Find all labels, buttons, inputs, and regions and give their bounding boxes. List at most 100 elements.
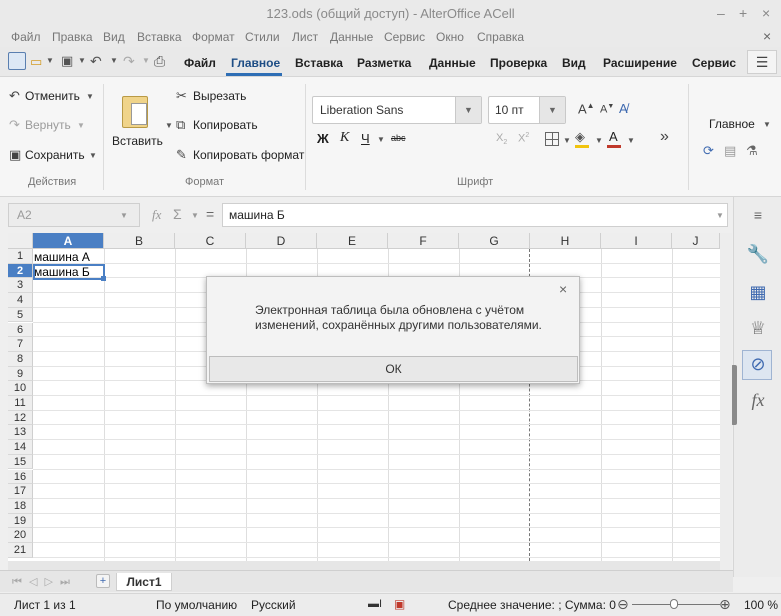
menu-file[interactable]: Файл (11, 30, 41, 44)
row-header[interactable]: 1 (8, 249, 33, 264)
chevron-down-icon[interactable]: ▼ (86, 92, 94, 101)
menu-styles[interactable]: Стили (245, 30, 280, 44)
column-header[interactable]: A (33, 233, 104, 249)
undo-icon[interactable]: ↶ (90, 53, 102, 70)
chevron-down-icon[interactable]: ▼ (539, 97, 565, 123)
chevron-down-icon[interactable]: ▼ (89, 151, 97, 160)
clear-formatting-icon[interactable]: A̸ (619, 101, 628, 116)
zoom-slider-thumb[interactable] (670, 599, 678, 609)
document-modified-icon[interactable]: ▣ (394, 597, 405, 611)
select-all-corner[interactable] (8, 233, 33, 249)
menu-sheet[interactable]: Лист (292, 30, 318, 44)
add-sheet-button[interactable]: + (96, 574, 110, 588)
copy-button[interactable]: Копировать (193, 118, 258, 132)
menu-insert[interactable]: Вставка (137, 30, 182, 44)
menu-icon[interactable]: ☰ (747, 50, 777, 74)
formula-equals-icon[interactable]: = (206, 206, 214, 222)
row-header[interactable]: 20 (8, 528, 33, 543)
tab-data[interactable]: Данные (429, 56, 476, 70)
menu-format[interactable]: Формат (192, 30, 235, 44)
row-header[interactable]: 13 (8, 425, 33, 441)
fill-handle[interactable] (101, 276, 106, 281)
save-button[interactable]: Сохранить (25, 148, 85, 162)
chevron-down-icon[interactable]: ▼ (191, 211, 199, 220)
chevron-down-icon[interactable]: ▼ (455, 97, 481, 123)
chevron-down-icon[interactable]: ▼ (763, 120, 771, 129)
open-folder-icon[interactable]: ▭ (30, 54, 42, 70)
sum-icon[interactable]: Σ (173, 206, 182, 222)
menu-view[interactable]: Вид (103, 30, 125, 44)
update-style-icon[interactable]: ⟳ (703, 143, 714, 159)
functions-icon[interactable]: fx (746, 390, 770, 411)
font-color-icon[interactable]: A (609, 129, 618, 144)
chevron-down-icon[interactable]: ▼ (377, 135, 385, 144)
zoom-out-icon[interactable]: ⊖ (617, 596, 629, 613)
chevron-down-icon[interactable]: ▼ (142, 56, 150, 65)
row-header[interactable]: 12 (8, 410, 33, 426)
page-icon[interactable]: ▦ (746, 282, 770, 303)
chevron-down-icon[interactable]: ▼ (563, 136, 571, 145)
column-header[interactable]: C (175, 233, 246, 249)
shrink-font-icon[interactable]: A▼ (600, 103, 614, 116)
save-icon[interactable]: ▣ (61, 53, 73, 69)
language[interactable]: Русский (251, 598, 296, 612)
styles-icon[interactable]: ♕ (746, 318, 770, 339)
column-header[interactable]: H (530, 233, 601, 249)
cut-button[interactable]: Вырезать (193, 89, 246, 103)
row-header[interactable]: 9 (8, 366, 33, 382)
redo-icon[interactable]: ↷ (123, 53, 135, 70)
function-wizard-icon[interactable]: fx (152, 207, 161, 223)
row-header[interactable]: 21 (8, 543, 33, 558)
more-options-icon[interactable]: » (660, 128, 669, 146)
selection-summary[interactable]: Среднее значение: ; Сумма: 0 (448, 598, 616, 612)
row-header[interactable]: 3 (8, 278, 33, 294)
chevron-down-icon[interactable]: ▼ (627, 136, 635, 145)
row-header[interactable]: 19 (8, 513, 33, 529)
page-style[interactable]: По умолчанию (156, 598, 237, 612)
column-header[interactable]: D (246, 233, 317, 249)
formula-input[interactable]: машина Б (222, 203, 728, 227)
horizontal-scrollbar[interactable] (8, 561, 720, 570)
row-header[interactable]: 15 (8, 454, 33, 470)
style-manager-icon[interactable]: ⚗ (746, 143, 758, 159)
minimize-button[interactable]: – (717, 5, 725, 21)
superscript-icon[interactable]: X2 (518, 132, 529, 145)
properties-icon[interactable]: 🔧 (746, 244, 770, 265)
chevron-down-icon[interactable]: ▼ (120, 211, 128, 220)
chevron-down-icon[interactable]: ▼ (110, 56, 118, 65)
format-painter-button[interactable]: Копировать формат (193, 148, 304, 162)
row-header[interactable]: 5 (8, 307, 33, 323)
column-header[interactable]: G (459, 233, 530, 249)
row-header[interactable]: 2 (8, 263, 33, 279)
close-window-button[interactable]: × (762, 5, 770, 21)
borders-icon[interactable] (545, 132, 559, 146)
chevron-down-icon[interactable]: ▼ (77, 121, 85, 130)
row-header[interactable]: 14 (8, 440, 33, 455)
menu-edit[interactable]: Правка (52, 30, 93, 44)
redo-button[interactable]: Вернуть (25, 118, 71, 132)
tab-layout[interactable]: Разметка (357, 56, 411, 70)
menu-help[interactable]: Справка (477, 30, 524, 44)
row-header[interactable]: 4 (8, 293, 33, 308)
paste-icon[interactable] (122, 96, 148, 128)
column-header[interactable]: I (601, 233, 672, 249)
sheet-tab[interactable]: Лист1 (116, 573, 172, 591)
row-header[interactable]: 6 (8, 322, 33, 338)
tab-file[interactable]: Файл (184, 56, 216, 70)
paste-button[interactable]: Вставить (112, 134, 163, 148)
row-header[interactable]: 18 (8, 498, 33, 514)
tab-extensions[interactable]: Расширение (603, 56, 677, 70)
close-document-icon[interactable]: × (763, 28, 771, 44)
new-style-icon[interactable]: ▤ (724, 143, 736, 159)
subscript-icon[interactable]: X2 (496, 132, 507, 146)
font-name-combo[interactable]: Liberation Sans ▼ (312, 96, 482, 124)
dialog-close-icon[interactable]: × (559, 281, 567, 297)
ok-button[interactable]: ОК (209, 356, 578, 382)
tab-tools[interactable]: Сервис (692, 56, 736, 70)
menu-window[interactable]: Окно (436, 30, 464, 44)
row-header[interactable]: 11 (8, 396, 33, 411)
menu-data[interactable]: Данные (330, 30, 373, 44)
chevron-down-icon[interactable]: ▼ (595, 136, 603, 145)
expand-formula-icon[interactable]: ▼ (716, 211, 724, 220)
cell-a1[interactable]: машина А (34, 250, 104, 264)
